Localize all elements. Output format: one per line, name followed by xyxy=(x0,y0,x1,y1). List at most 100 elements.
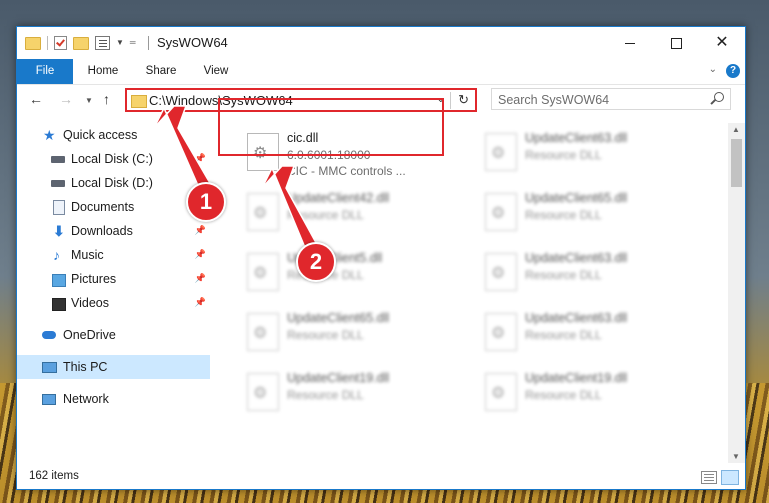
step-marker-1: 1 xyxy=(186,182,226,222)
nav-item-documents[interactable]: Documents 📌 xyxy=(17,195,210,219)
nav-item-label: Pictures xyxy=(71,272,117,286)
file-name: UpdateClient63.dll xyxy=(525,251,628,265)
toolbar-divider xyxy=(47,35,48,50)
nav-item-downloads[interactable]: ⬇ Downloads 📌 xyxy=(17,219,210,243)
nav-item-label: Local Disk (D:) xyxy=(71,176,153,190)
file-tile[interactable]: UpdateClient65.dll Resource DLL xyxy=(477,187,707,243)
file-name: UpdateClient42.dll xyxy=(287,191,390,205)
file-tile[interactable]: UpdateClient65.dll Resource DLL xyxy=(239,307,469,363)
back-arrow-icon[interactable]: ← xyxy=(29,91,43,107)
item-count: 162 items xyxy=(29,470,79,482)
title-divider xyxy=(148,36,149,50)
nav-item-local-disk-d[interactable]: Local Disk (D:) xyxy=(17,171,210,195)
expand-ribbon-icon[interactable]: ⌄ xyxy=(709,64,717,75)
large-icons-view-icon[interactable] xyxy=(721,470,739,485)
dll-file-icon xyxy=(485,193,517,231)
dll-file-icon xyxy=(247,253,279,291)
scroll-up-icon[interactable]: ▲ xyxy=(732,125,740,134)
network-icon xyxy=(42,394,56,405)
pin-icon: 📌 xyxy=(194,225,206,235)
properties-icon[interactable] xyxy=(95,35,110,50)
file-tile[interactable]: UpdateClient63.dll Resource DLL xyxy=(477,307,707,363)
file-name: UpdateClient65.dll xyxy=(525,191,628,205)
details-view-icon[interactable] xyxy=(701,471,717,484)
file-type: Resource DLL xyxy=(525,208,602,222)
maximize-button[interactable] xyxy=(653,27,699,59)
search-input[interactable]: Search SysWOW64 xyxy=(491,88,731,110)
file-tile[interactable]: UpdateClient63.dll Resource DLL xyxy=(477,247,707,303)
file-name: UpdateClient63.dll xyxy=(525,311,628,325)
step-marker-2: 2 xyxy=(296,242,336,282)
tab-view[interactable]: View xyxy=(195,59,237,84)
videos-icon xyxy=(52,298,66,311)
dll-file-icon xyxy=(485,253,517,291)
file-tile[interactable]: UpdateClient19.dll Resource DLL xyxy=(477,367,707,423)
nav-item-onedrive[interactable]: OneDrive xyxy=(17,323,210,347)
dll-file-icon xyxy=(485,133,517,171)
star-icon: ★ xyxy=(43,127,56,143)
nav-item-quick-access[interactable]: ★ Quick access xyxy=(17,123,210,147)
dll-file-icon xyxy=(247,313,279,351)
nav-item-videos[interactable]: Videos 📌 xyxy=(17,291,210,315)
file-type: Resource DLL xyxy=(287,208,364,222)
scrollbar-thumb[interactable] xyxy=(731,139,742,187)
tab-home[interactable]: Home xyxy=(79,59,127,84)
nav-item-network[interactable]: Network xyxy=(17,387,210,411)
customize-toolbar-icon[interactable]: ═ xyxy=(130,38,136,47)
file-name: UpdateClient19.dll xyxy=(525,371,628,385)
file-explorer-window: ▼ ═ SysWOW64 ✕ File Home Share View ⌄ ? … xyxy=(16,26,746,490)
file-tile[interactable]: UpdateClient63.dll Resource DLL xyxy=(477,127,707,183)
documents-icon xyxy=(53,200,65,215)
close-icon: ✕ xyxy=(715,34,729,51)
ribbon: File Home Share View ⌄ ? xyxy=(17,59,745,85)
file-description: CIC - MMC controls ... xyxy=(287,164,406,178)
tab-share[interactable]: Share xyxy=(137,59,185,84)
nav-item-label: Network xyxy=(63,392,109,406)
drive-icon xyxy=(51,180,65,187)
scroll-down-icon[interactable]: ▼ xyxy=(732,452,740,461)
tab-file[interactable]: File xyxy=(17,59,73,84)
nav-item-label: Music xyxy=(71,248,104,262)
file-tile[interactable]: UpdateClient42.dll Resource DLL xyxy=(239,187,469,243)
chevron-down-icon[interactable]: ▼ xyxy=(116,38,124,47)
nav-item-this-pc[interactable]: This PC xyxy=(17,355,210,379)
folder-icon[interactable] xyxy=(25,37,41,50)
up-arrow-icon[interactable]: ↑ xyxy=(103,91,110,107)
window-title: SysWOW64 xyxy=(157,35,228,50)
cloud-icon xyxy=(42,331,56,339)
refresh-icon[interactable]: ↻ xyxy=(458,92,469,108)
nav-item-music[interactable]: ♪ Music 📌 xyxy=(17,243,210,267)
minimize-button[interactable] xyxy=(607,27,653,59)
nav-item-local-disk-c[interactable]: Local Disk (C:) 📌 xyxy=(17,147,210,171)
checklist-icon[interactable] xyxy=(54,35,67,50)
recent-locations-icon[interactable]: ▼ xyxy=(85,96,93,105)
search-placeholder: Search SysWOW64 xyxy=(498,93,610,107)
pin-icon: 📌 xyxy=(194,297,206,307)
file-type: Resource DLL xyxy=(525,268,602,282)
help-icon[interactable]: ? xyxy=(726,64,740,78)
music-icon: ♪ xyxy=(53,247,60,263)
address-divider xyxy=(450,92,451,109)
nav-item-pictures[interactable]: Pictures 📌 xyxy=(17,267,210,291)
forward-arrow-icon[interactable]: → xyxy=(59,91,73,107)
file-type: Resource DLL xyxy=(525,388,602,402)
vertical-scrollbar[interactable]: ▲ ▼ xyxy=(728,123,745,463)
dll-file-icon xyxy=(485,373,517,411)
nav-item-label: Documents xyxy=(71,200,135,214)
search-icon[interactable] xyxy=(714,92,724,102)
file-name: UpdateClient63.dll xyxy=(525,131,628,145)
file-type: Resource DLL xyxy=(287,328,364,342)
new-folder-icon[interactable] xyxy=(73,37,89,50)
close-button[interactable]: ✕ xyxy=(699,27,745,59)
nav-item-label: OneDrive xyxy=(63,328,116,342)
pictures-icon xyxy=(52,274,66,287)
file-type: Resource DLL xyxy=(525,148,602,162)
pin-icon: 📌 xyxy=(194,273,206,283)
nav-item-label: Videos xyxy=(71,296,109,310)
nav-item-label: This PC xyxy=(63,360,108,374)
file-name: UpdateClient19.dll xyxy=(287,371,390,385)
pin-icon: 📌 xyxy=(194,153,206,163)
file-tile[interactable]: UpdateClient5.dll Resource DLL xyxy=(239,247,469,303)
nav-item-label: Local Disk (C:) xyxy=(71,152,153,166)
file-tile[interactable]: UpdateClient19.dll Resource DLL xyxy=(239,367,469,423)
